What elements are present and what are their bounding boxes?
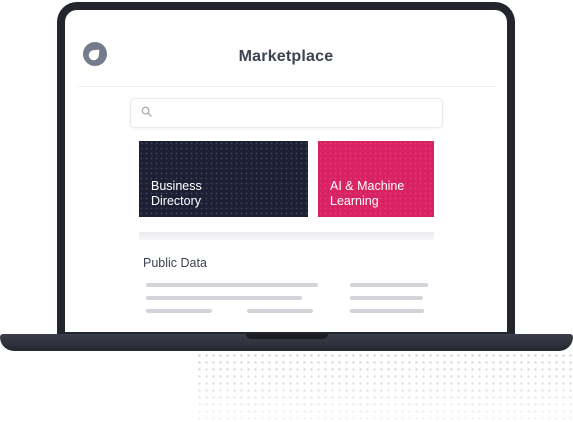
search-field[interactable] [158,106,432,120]
section-divider-bar [139,232,434,240]
tile-business-label-2: Directory [151,194,202,208]
laptop-notch [246,334,328,339]
placeholder-line [146,309,212,313]
placeholder-line [146,283,318,287]
search-input[interactable] [130,98,443,128]
placeholder-line [146,296,302,300]
tile-ai-label-1: AI & Machine [330,179,405,193]
placeholder-line [350,296,423,300]
laptop-screen: Marketplace Business Directory AI & Mach… [65,10,507,332]
placeholder-line [350,309,424,313]
placeholder-line [350,283,428,287]
laptop-base [0,334,573,351]
tile-ai-label-2: Learning [330,194,379,208]
header-divider [77,86,495,87]
tile-ai-machine-learning[interactable]: AI & Machine Learning [318,141,434,217]
tile-business-label-1: Business [151,179,202,193]
section-title: Public Data [143,256,207,270]
tile-business-directory[interactable]: Business Directory [139,141,308,217]
page-title: Marketplace [238,48,334,65]
search-icon [141,104,152,122]
placeholder-line [247,309,313,313]
dotted-floor-pattern [196,352,573,422]
